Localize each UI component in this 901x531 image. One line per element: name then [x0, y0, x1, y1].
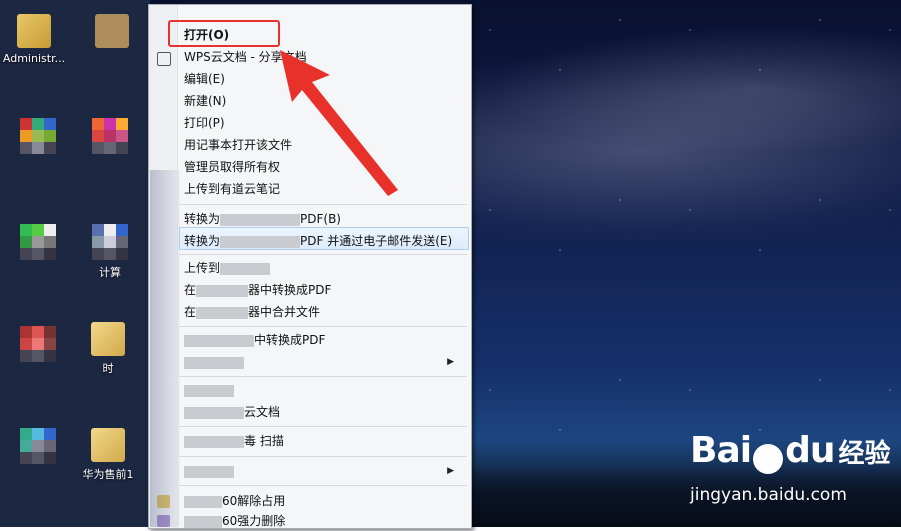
baidu-watermark: Bai du 经验 jingyan.baidu.com	[690, 430, 891, 505]
menu-item-label-tail: PDF(B)	[300, 212, 341, 226]
redacted-text	[220, 235, 301, 248]
desktop-icon-blurred-3[interactable]	[78, 118, 142, 158]
desktop-icon-blurred-1[interactable]	[80, 14, 144, 52]
desktop-icon-label: Administr...	[2, 52, 66, 65]
menu-item-360-delete[interactable]: 60强力删除	[184, 511, 285, 531]
menu-item-new[interactable]: 新建(N)	[184, 91, 226, 111]
baidu-paw-icon	[753, 443, 784, 474]
menu-item-label-tail: PDF 并通过电子邮件发送(E)	[300, 234, 453, 248]
menu-item-label: 在	[184, 305, 197, 319]
menu-item-convert-pdf-email[interactable]: 转换为 PDF 并通过电子邮件发送(E)	[184, 231, 452, 251]
menu-item-browser-merge[interactable]: 在 器中合并文件	[184, 302, 320, 322]
menu-item-cloud-doc[interactable]: 云文档	[184, 402, 280, 422]
desktop-icon-time[interactable]: 时	[76, 322, 140, 376]
menu-item-convert-pdf[interactable]: 转换为 PDF(B)	[184, 209, 341, 229]
blurred-icon	[20, 428, 56, 464]
menu-item-label: 上传到	[184, 261, 221, 275]
menu-separator	[179, 485, 467, 486]
redacted-text	[184, 384, 234, 397]
menu-separator	[179, 376, 467, 377]
red-arrow-icon	[280, 50, 398, 196]
menu-separator	[179, 456, 467, 457]
desktop-icon-calc[interactable]: 计算	[78, 224, 142, 280]
desktop-icon-blurred-5[interactable]	[6, 326, 70, 366]
highlight-box	[168, 20, 280, 47]
menu-item-label: 转换为	[184, 234, 221, 248]
menu-item-360-unlock[interactable]: 60解除占用	[184, 491, 285, 511]
submenu-arrow-icon: ▶	[447, 357, 454, 367]
folder-icon	[91, 322, 125, 356]
menu-item-submenu-1[interactable]: ▶	[184, 352, 464, 372]
user-folder-icon	[17, 14, 51, 48]
menu-separator	[179, 426, 467, 427]
redacted-text	[184, 406, 244, 419]
watermark-logo-text-2: du	[785, 430, 835, 471]
redacted-text	[220, 213, 301, 226]
menu-item-label: 转换为	[184, 212, 221, 226]
menu-item-browser-convert[interactable]: 在 器中转换成PDF	[184, 280, 331, 300]
menu-item-label-tail: 60解除占用	[222, 494, 286, 508]
menu-separator	[179, 204, 467, 205]
watermark-logo-text: Bai	[690, 430, 752, 471]
menu-item-label-tail: 器中转换成PDF	[248, 283, 332, 297]
redacted-text	[184, 465, 234, 478]
menu-item-label-tail: 毒 扫描	[244, 434, 284, 448]
menu-item-take-ownership[interactable]: 管理员取得所有权	[184, 157, 280, 177]
share-icon	[157, 52, 171, 66]
desktop-icon-blurred-4[interactable]	[6, 224, 70, 264]
menu-item-edit[interactable]: 编辑(E)	[184, 69, 225, 89]
watermark-url: jingyan.baidu.com	[690, 485, 847, 505]
menu-item-blurred-1[interactable]	[184, 380, 234, 400]
blurred-icon	[92, 118, 128, 154]
blurred-icon	[20, 224, 56, 260]
redacted-text	[184, 495, 222, 508]
menu-separator	[179, 326, 467, 327]
blurred-icon	[20, 326, 56, 362]
blur-overlay	[150, 170, 180, 527]
desktop-icon-blurred-2[interactable]	[6, 118, 70, 158]
menu-item-upload[interactable]: 上传到	[184, 258, 271, 278]
menu-item-submenu-2[interactable]: ▶	[184, 461, 464, 481]
redacted-text	[184, 515, 222, 528]
blurred-icon	[92, 224, 128, 260]
blurred-icon	[20, 118, 56, 154]
desktop-icon-label: 时	[102, 362, 114, 375]
menu-item-label-tail: 60强力删除	[222, 514, 286, 528]
menu-item-label: 在	[184, 283, 197, 297]
redacted-text	[184, 435, 244, 448]
desktop-icon-label: 华为售前1	[82, 468, 134, 481]
folder-icon	[91, 428, 125, 462]
menu-separator	[179, 254, 467, 255]
watermark-logo-cn: 经验	[838, 439, 891, 469]
redacted-text	[184, 334, 254, 347]
menu-item-youdao[interactable]: 上传到有道云笔记	[184, 179, 280, 199]
redacted-text	[196, 284, 249, 297]
desktop-icon-administrator[interactable]: Administr...	[2, 14, 66, 65]
desktop-icon-huawei[interactable]: 华为售前1	[76, 428, 140, 482]
menu-item-label-tail: 中转换成PDF	[254, 333, 326, 347]
menu-item-convert-pdf-2[interactable]: 中转换成PDF	[184, 330, 325, 350]
redacted-text	[184, 356, 244, 369]
desktop-icon-label: 计算	[99, 266, 121, 279]
redacted-text	[220, 262, 271, 275]
submenu-arrow-icon: ▶	[447, 466, 454, 476]
menu-item-virus-scan[interactable]: 毒 扫描	[184, 431, 284, 451]
menu-item-label-tail: 器中合并文件	[248, 305, 321, 319]
menu-item-print[interactable]: 打印(P)	[184, 113, 225, 133]
blurred-icon	[95, 14, 129, 48]
redacted-text	[196, 306, 249, 319]
menu-item-label-tail: 云文档	[244, 405, 281, 419]
desktop-icon-blurred-6[interactable]	[6, 428, 70, 468]
